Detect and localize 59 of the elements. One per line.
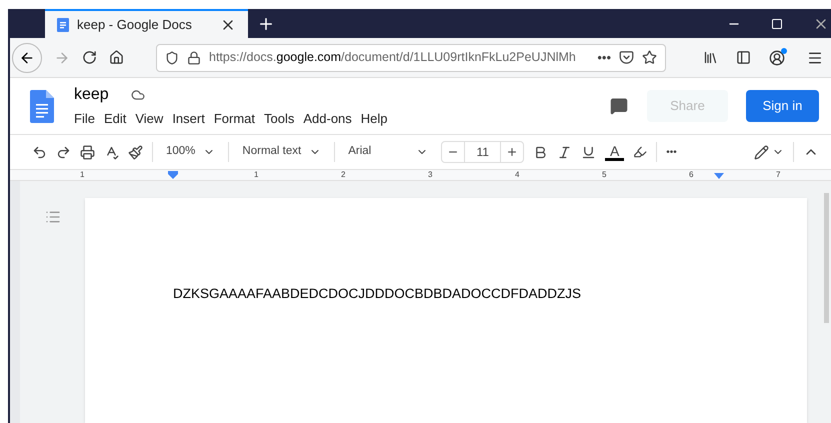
document-text: DZKSGAAAAFAABDEDCDOCJDDDOCBDBDADOCCDFDADDZJS: [173, 285, 582, 303]
menu-item[interactable]: Insert: [172, 109, 205, 129]
ruler-number: 7: [776, 171, 780, 179]
pocket-icon[interactable]: [619, 50, 634, 65]
address-bar[interactable]: https://docs.google.com/document/d/1LLU09rtIknFkLu2PeUJNlMh •••: [156, 44, 666, 72]
increase-font-size-icon[interactable]: [506, 146, 518, 158]
more-icon[interactable]: •••: [597, 48, 611, 68]
menu-item[interactable]: Tools: [264, 109, 294, 129]
indent-marker-icon[interactable]: [714, 173, 724, 179]
spellcheck-icon[interactable]: [104, 144, 119, 160]
menu-icon[interactable]: [807, 50, 823, 66]
url-text: https://docs.google.com/document/d/1LLU09rtIknFkLu2PeUJNlMh: [209, 49, 577, 66]
sidebar-icon[interactable]: [736, 50, 751, 65]
more-options-button[interactable]: •••: [666, 144, 677, 160]
ruler-number: 5: [602, 171, 606, 179]
redo-icon[interactable]: [56, 144, 71, 160]
ruler-number: 4: [515, 171, 520, 179]
zoom-dropdown[interactable]: 100%: [162, 143, 220, 161]
undo-icon[interactable]: [32, 144, 47, 160]
bold-icon[interactable]: [533, 144, 548, 160]
font-dropdown[interactable]: Arial: [344, 143, 432, 161]
star-icon[interactable]: [642, 50, 657, 65]
library-icon[interactable]: [703, 50, 718, 65]
ruler-number: 3: [428, 171, 432, 179]
menu-item[interactable]: File: [74, 109, 95, 129]
outline-icon[interactable]: [44, 209, 60, 225]
menu-item[interactable]: Edit: [104, 109, 126, 129]
document-title[interactable]: keep: [74, 83, 109, 108]
ruler-number: 2: [341, 171, 346, 179]
comment-icon[interactable]: [610, 97, 628, 115]
underline-icon[interactable]: [581, 144, 596, 160]
account-icon[interactable]: [769, 50, 785, 66]
cloud-icon[interactable]: [130, 88, 145, 102]
menu-item[interactable]: Add-ons: [303, 109, 352, 129]
menu-item[interactable]: Help: [360, 109, 388, 129]
paint-format-icon[interactable]: [128, 144, 143, 160]
document-icon: [57, 18, 69, 32]
highlight-icon[interactable]: [633, 145, 648, 159]
ruler-number: 1: [254, 171, 258, 179]
shield-icon[interactable]: [165, 50, 179, 64]
back-button[interactable]: [12, 42, 42, 72]
lock-icon[interactable]: [187, 50, 201, 64]
ruler-number: 6: [689, 171, 694, 179]
menu-item[interactable]: View: [135, 109, 164, 129]
indent-marker-icon[interactable]: [168, 171, 178, 179]
tab-title: keep - Google Docs: [77, 16, 193, 34]
maximize-icon[interactable]: [771, 18, 783, 30]
home-icon[interactable]: [109, 50, 124, 65]
docs-logo[interactable]: [30, 90, 54, 122]
print-icon[interactable]: [80, 144, 95, 160]
ruler-number: 1: [80, 171, 84, 179]
menu-item[interactable]: Format: [214, 109, 255, 129]
italic-icon[interactable]: [557, 144, 572, 160]
scrollbar[interactable]: [824, 193, 829, 323]
pencil-icon[interactable]: [754, 144, 769, 160]
style-dropdown[interactable]: Normal text: [238, 143, 326, 161]
reload-icon[interactable]: [82, 50, 97, 65]
browser-tab[interactable]: keep - Google Docs: [45, 9, 248, 38]
sign-in-button[interactable]: Sign in: [746, 90, 819, 122]
